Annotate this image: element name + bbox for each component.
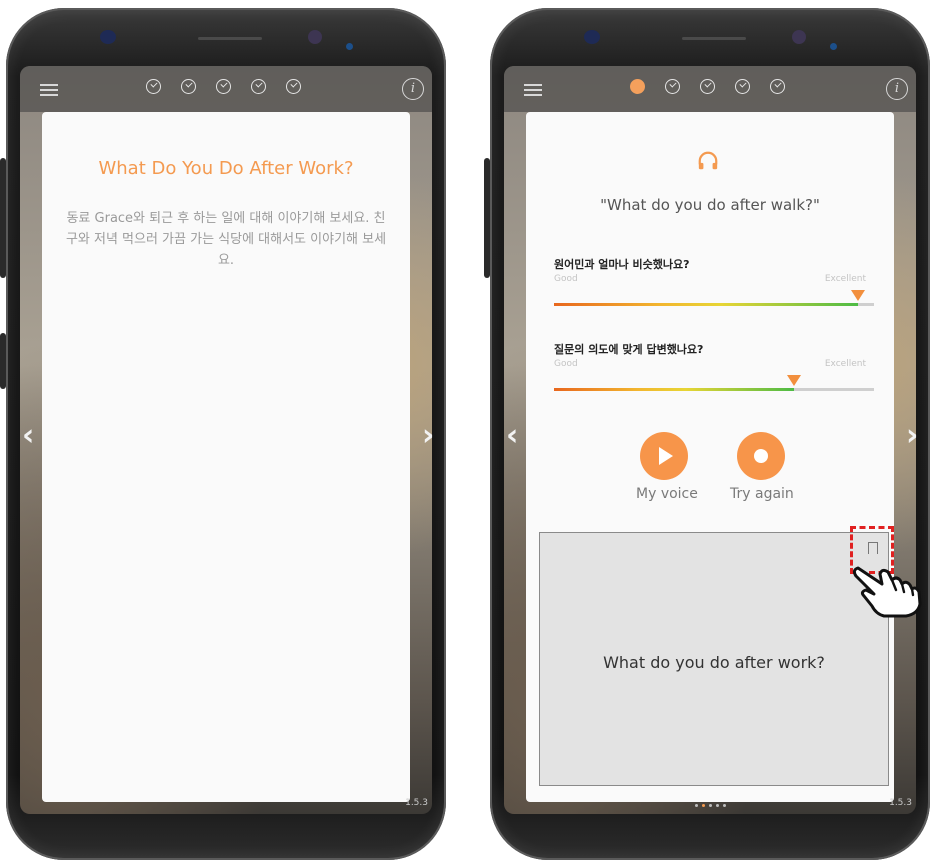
earpiece [198,37,262,40]
feedback-card: "What do you do after walk?" 원어민과 얼마나 비슷… [526,112,894,807]
topic-card: What Do You Do After Work? 동료 Grace와 퇴근 … [42,112,410,802]
rating-question-1: 원어민과 얼마나 비슷했나요? [554,258,690,271]
step-5-check-icon[interactable] [770,79,785,94]
camera-sensor [830,43,837,50]
step-3-check-icon[interactable] [216,79,231,94]
earpiece [682,37,746,40]
rating-question-2: 질문의 의도에 맞게 답변했나요? [554,343,704,356]
step-indicator [146,79,301,94]
rating-bar-fill [554,388,794,391]
next-arrow-icon[interactable]: › [906,418,918,453]
page-dot[interactable] [722,804,726,807]
recognized-sentence: "What do you do after walk?" [600,196,820,214]
top-bar: i [20,66,432,112]
play-icon [659,447,673,465]
try-again-label: Try again [730,486,794,502]
my-voice-label: My voice [636,486,698,502]
step-5-check-icon[interactable] [286,79,301,94]
rating-high-label: Excellent [824,359,866,369]
hamburger-menu-icon[interactable] [40,84,58,96]
version-label: 1.5.3 [889,798,912,808]
play-my-voice-button[interactable] [640,432,688,480]
rating-bar-2 [554,375,874,391]
headphones-icon[interactable] [697,150,719,172]
camera-lens [584,30,600,44]
step-1-current-icon[interactable] [630,79,645,94]
prev-arrow-icon[interactable]: ‹ [506,418,518,453]
rating-bar-fill [554,303,858,306]
rating-marker-icon [851,290,865,301]
pointing-hand-icon [852,566,922,618]
try-again-button[interactable] [737,432,785,480]
rating-bar-1 [554,290,874,306]
rating-low-label: Good [554,274,578,284]
record-icon [754,449,768,463]
page-dot-active[interactable] [701,804,705,807]
app-screen: i What Do You Do After Work? 동료 Grace와 퇴… [20,66,432,814]
rating-low-label: Good [554,359,578,369]
camera-sensor [346,43,353,50]
page-indicator [526,792,894,811]
camera-lens [100,30,116,44]
topic-title: What Do You Do After Work? [98,158,354,179]
prev-arrow-icon[interactable]: ‹ [22,418,34,453]
page-dot[interactable] [708,804,712,807]
phone-left: i What Do You Do After Work? 동료 Grace와 퇴… [0,8,452,860]
next-arrow-icon[interactable]: › [422,418,434,453]
info-icon[interactable]: i [402,78,424,100]
step-4-check-icon[interactable] [251,79,266,94]
practice-sentence-card[interactable]: What do you do after work? [539,532,889,786]
top-bar: i [504,66,916,112]
camera-sensor [308,30,322,44]
page-dot[interactable] [694,804,698,807]
step-1-check-icon[interactable] [146,79,161,94]
hamburger-menu-icon[interactable] [524,84,542,96]
rating-high-label: Excellent [824,274,866,284]
version-label: 1.5.3 [405,798,428,808]
camera-sensor [792,30,806,44]
step-indicator [630,79,785,94]
step-2-check-icon[interactable] [665,79,680,94]
page-dot[interactable] [715,804,719,807]
step-2-check-icon[interactable] [181,79,196,94]
info-icon[interactable]: i [886,78,908,100]
step-3-check-icon[interactable] [700,79,715,94]
app-screen: i "What do you do after walk?" 원어민과 얼마나 … [504,66,916,814]
practice-sentence: What do you do after work? [603,653,825,672]
step-4-check-icon[interactable] [735,79,750,94]
rating-marker-icon [787,375,801,386]
phone-right: i "What do you do after walk?" 원어민과 얼마나 … [484,8,930,860]
topic-description: 동료 Grace와 퇴근 후 하는 일에 대해 이야기해 보세요. 친구와 저녁… [65,211,387,268]
